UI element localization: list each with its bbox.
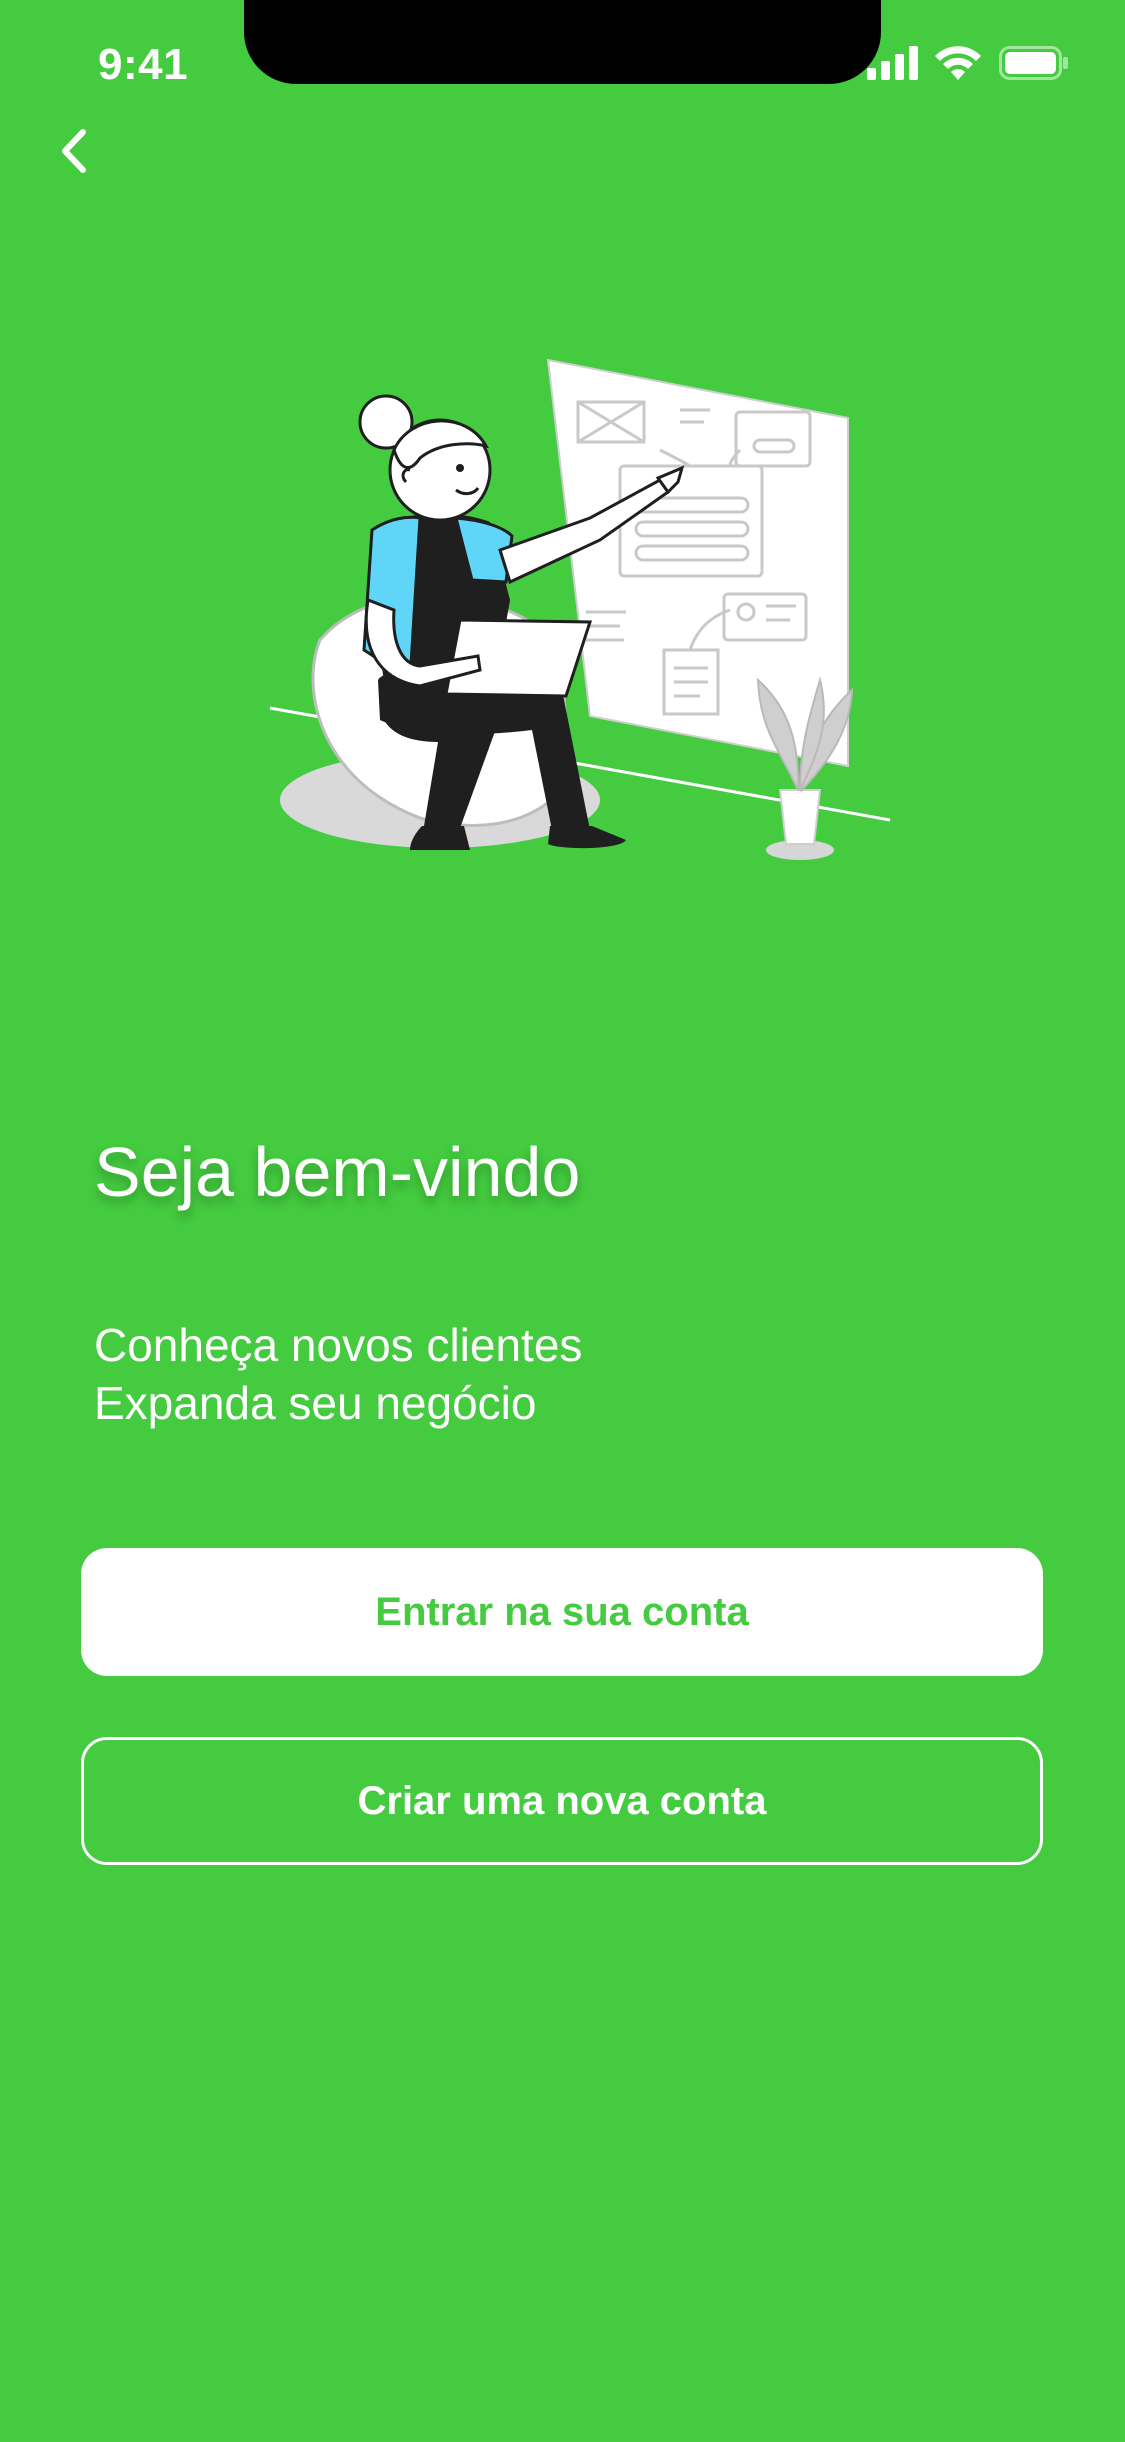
subtitle-line-2: Expanda seu negócio xyxy=(94,1377,537,1429)
welcome-screen: 9:41 Seja bem-vindo Conheça novos client… xyxy=(0,0,1125,2442)
chevron-left-icon xyxy=(62,129,86,173)
woman-presenting-board-illustration xyxy=(269,358,891,860)
welcome-title: Seja bem-vindo xyxy=(94,1133,581,1211)
status-time: 9:41 xyxy=(98,40,189,89)
cellular-signal-icon xyxy=(867,46,918,80)
welcome-subtitle: Conheça novos clientes Expanda seu negóc… xyxy=(94,1316,582,1432)
status-icons xyxy=(867,46,1077,90)
wifi-icon xyxy=(935,46,981,80)
login-button[interactable]: Entrar na sua conta xyxy=(81,1548,1043,1676)
device-notch xyxy=(244,0,881,84)
create-account-button[interactable]: Criar uma nova conta xyxy=(81,1737,1043,1865)
battery-icon xyxy=(999,46,1068,80)
subtitle-line-1: Conheça novos clientes xyxy=(94,1319,583,1371)
back-button[interactable] xyxy=(40,118,106,184)
